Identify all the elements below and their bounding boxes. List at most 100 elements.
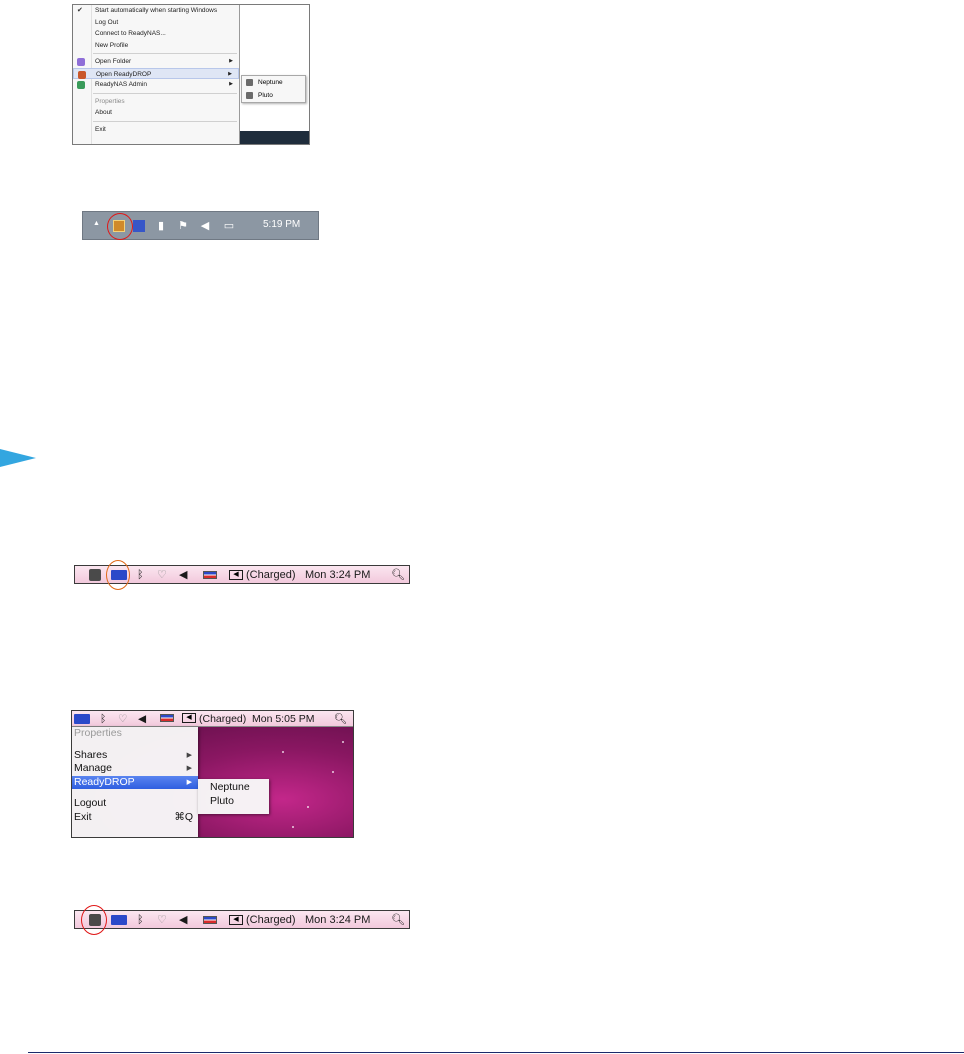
readynas-menu-icon[interactable] xyxy=(74,714,90,724)
star xyxy=(332,771,334,773)
spotlight-search-icon[interactable]: 🔍︎ xyxy=(334,712,347,726)
menu-item-connect[interactable]: Connect to ReadyNAS... xyxy=(73,28,239,40)
bluetooth-icon[interactable]: ᛒ xyxy=(100,712,106,726)
menu-item-label: Connect to ReadyNAS... xyxy=(95,30,166,37)
annotation-circle xyxy=(106,560,130,590)
menu-item-label: Log Out xyxy=(95,18,119,26)
menu-item-open-readydrop[interactable]: Open ReadyDROP ▶ xyxy=(73,67,239,79)
windows-context-menu: ✔ Start automatically when starting Wind… xyxy=(73,5,240,144)
menu-item-exit[interactable]: Exit xyxy=(73,124,239,136)
battery-icon[interactable]: ◀ xyxy=(229,570,243,580)
menu-item-about[interactable]: About xyxy=(73,107,239,119)
share-icon xyxy=(246,79,253,86)
readydrop-submenu: Neptune Pluto xyxy=(198,779,269,814)
bluetooth-icon[interactable]: ᛒ xyxy=(137,568,144,582)
menu-item-logout[interactable]: Logout xyxy=(72,797,198,811)
footer-rule xyxy=(28,1052,964,1053)
menu-item-manage[interactable]: Manage ▶ xyxy=(72,762,198,776)
submenu-item-pluto[interactable]: Pluto xyxy=(242,89,305,102)
windows-context-menu-screenshot: ✔ Start automatically when starting Wind… xyxy=(72,4,310,145)
clock[interactable]: Mon 3:24 PM xyxy=(305,568,370,582)
menu-item-label: Manage xyxy=(74,762,112,774)
spotlight-search-icon[interactable]: 🔍︎ xyxy=(391,568,405,582)
submenu-arrow-icon: ▶ xyxy=(229,58,233,64)
share-icon xyxy=(246,92,253,99)
mac-menu-bar-bottom: ᛒ ♡ ◀ ◀ (Charged) Mon 3:24 PM 🔍︎ xyxy=(74,905,410,935)
volume-icon[interactable]: ◀ xyxy=(179,913,187,927)
menu-item-readynas-admin[interactable]: ReadyNAS Admin ▶ xyxy=(73,79,239,91)
menu-item-shares[interactable]: Shares ▶ xyxy=(72,749,198,763)
checkmark-icon: ✔ xyxy=(77,7,83,14)
star xyxy=(292,826,294,828)
mac-menu-bar-top: ᛒ ♡ ◀ ◀ (Charged) Mon 3:24 PM 🔍︎ xyxy=(74,560,410,590)
time-machine-icon[interactable]: ♡ xyxy=(118,712,127,726)
battery-status: (Charged) xyxy=(246,569,296,581)
menu-item-label: Properties xyxy=(74,727,122,739)
menu-item-properties: Properties xyxy=(72,727,198,741)
menu-item-label: Exit xyxy=(95,125,106,133)
submenu-arrow-icon: ▶ xyxy=(186,765,192,772)
submenu-item-neptune[interactable]: Neptune xyxy=(242,76,305,89)
submenu-arrow-icon: ▶ xyxy=(186,751,192,759)
annotation-circle xyxy=(81,905,107,935)
submenu-arrow-icon: ▶ xyxy=(186,778,192,786)
submenu-item-pluto[interactable]: Pluto xyxy=(198,795,269,809)
volume-icon[interactable]: ◀ xyxy=(179,568,187,582)
menu-item-readydrop[interactable]: ReadyDROP ▶ xyxy=(72,775,198,789)
battery-status: (Charged) xyxy=(199,713,247,725)
menu-separator xyxy=(93,92,237,94)
battery-icon[interactable]: ◀ xyxy=(229,915,243,925)
submenu-arrow-icon: ▶ xyxy=(229,81,233,87)
menu-item-open-folder[interactable]: Open Folder ▶ xyxy=(73,56,239,68)
menu-item-label: Open ReadyDROP xyxy=(96,70,152,78)
time-machine-icon[interactable]: ♡ xyxy=(157,568,167,582)
battery-status: (Charged) xyxy=(246,914,296,926)
menu-item-label: Properties xyxy=(95,97,125,105)
menu-item-label: ReadyDROP xyxy=(74,775,135,788)
input-flag-icon[interactable] xyxy=(203,571,217,579)
menu-item-label: Logout xyxy=(74,797,107,809)
menu-item-label: New Profile xyxy=(95,41,129,49)
menu-item-new-profile[interactable]: New Profile xyxy=(73,40,239,52)
menu-separator xyxy=(72,789,198,797)
readynas-dropdown-menu: Properties Shares ▶ Manage ▶ ReadyDROP ▶… xyxy=(72,727,198,837)
menu-item-label: Start automatically when starting Window… xyxy=(95,7,218,14)
menu-item-label: ReadyNAS Admin xyxy=(95,81,148,88)
show-hidden-icons-icon[interactable]: ▲ xyxy=(93,220,100,227)
flag-icon[interactable]: ⚑ xyxy=(177,220,189,232)
device-icon[interactable]: ▮ xyxy=(155,220,167,232)
star xyxy=(307,806,309,808)
menu-item-exit[interactable]: Exit ⌘Q xyxy=(72,811,198,825)
time-machine-icon[interactable]: ♡ xyxy=(157,913,167,927)
mac-readynas-menu-screenshot: ᛒ ♡ ◀ ◀ (Charged) Mon 5:05 PM 🔍︎ Propert… xyxy=(71,710,354,838)
input-flag-icon[interactable] xyxy=(160,714,174,722)
bluetooth-icon[interactable]: ᛒ xyxy=(137,913,144,927)
star xyxy=(282,751,284,753)
bullet-arrow-icon xyxy=(0,449,36,467)
readydrop-submenu: Neptune Pluto xyxy=(241,75,306,103)
clock[interactable]: Mon 3:24 PM xyxy=(305,913,370,927)
submenu-item-label: Neptune xyxy=(258,79,283,86)
annotation-circle xyxy=(107,213,133,240)
speaker-muted-icon[interactable]: ◀ xyxy=(199,220,211,232)
network-card-icon[interactable] xyxy=(133,220,145,232)
battery-icon[interactable]: ◀ xyxy=(182,713,196,723)
clock[interactable]: Mon 5:05 PM xyxy=(252,712,314,726)
star xyxy=(342,741,344,743)
readynas-menu-icon[interactable] xyxy=(111,915,127,925)
input-flag-icon[interactable] xyxy=(203,916,217,924)
printer-icon[interactable] xyxy=(89,569,101,581)
menu-separator xyxy=(93,53,237,54)
spotlight-search-icon[interactable]: 🔍︎ xyxy=(391,913,405,927)
submenu-item-neptune[interactable]: Neptune xyxy=(198,781,269,795)
menu-item-properties: Properties xyxy=(73,96,239,108)
menu-separator xyxy=(93,120,237,122)
menu-item-start-automatically[interactable]: ✔ Start automatically when starting Wind… xyxy=(73,5,239,17)
admin-icon xyxy=(77,81,85,89)
display-icon[interactable]: ▭ xyxy=(223,220,235,232)
volume-icon[interactable]: ◀ xyxy=(138,712,146,726)
menu-item-log-out[interactable]: Log Out xyxy=(73,17,239,29)
clock: 5:19 PM xyxy=(263,219,301,230)
mac-menu-bar: ᛒ ♡ ◀ ◀ (Charged) Mon 5:05 PM 🔍︎ xyxy=(72,711,353,727)
menu-item-label: Exit xyxy=(74,810,92,823)
